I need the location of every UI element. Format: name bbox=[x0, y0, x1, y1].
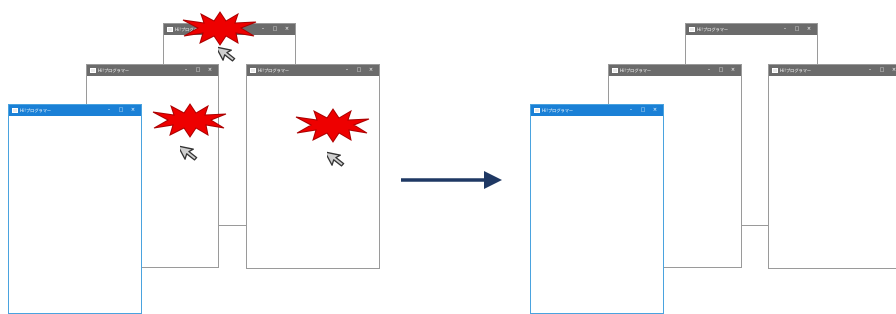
minimize-button[interactable]: – bbox=[180, 65, 192, 76]
window-title: Hi!プログラマー bbox=[697, 27, 729, 32]
window-title: Hi!プログラマー bbox=[258, 68, 290, 73]
mouse-cursor-icon bbox=[180, 145, 198, 161]
maximize-button[interactable]: □ bbox=[269, 24, 281, 35]
diagram-canvas: { "window_title": "Hi!プログラマー", "controls… bbox=[0, 0, 896, 314]
minimize-button[interactable]: – bbox=[703, 65, 715, 76]
window-app-icon bbox=[772, 68, 778, 73]
window-title: Hi!プログラマー bbox=[20, 108, 52, 113]
window-titlebar[interactable]: Hi!プログラマー – □ × bbox=[609, 65, 741, 76]
window-titlebar[interactable]: Hi!プログラマー – □ × bbox=[769, 65, 896, 76]
window-app-icon bbox=[167, 27, 173, 32]
explosion-burst-icon bbox=[152, 103, 227, 138]
window-titlebar[interactable]: Hi!プログラマー – □ × bbox=[531, 105, 663, 116]
window-titlebar[interactable]: Hi!プログラマー – □ × bbox=[247, 65, 379, 76]
maximize-button[interactable]: □ bbox=[115, 105, 127, 116]
minimize-button[interactable]: – bbox=[779, 24, 791, 35]
window-title: Hi!プログラマー bbox=[98, 68, 130, 73]
window-right-right[interactable]: Hi!プログラマー – □ × bbox=[768, 64, 896, 269]
window-title: Hi!プログラマー bbox=[780, 68, 812, 73]
explosion-burst-icon bbox=[295, 108, 370, 143]
minimize-button[interactable]: – bbox=[103, 105, 115, 116]
window-app-icon bbox=[90, 68, 96, 73]
close-button[interactable]: × bbox=[204, 65, 216, 76]
maximize-button[interactable]: □ bbox=[637, 105, 649, 116]
window-app-icon bbox=[612, 68, 618, 73]
minimize-button[interactable]: – bbox=[625, 105, 637, 116]
close-button[interactable]: × bbox=[649, 105, 661, 116]
window-app-icon bbox=[250, 68, 256, 73]
window-titlebar[interactable]: Hi!プログラマー – □ × bbox=[87, 65, 218, 76]
window-app-icon bbox=[12, 108, 18, 113]
minimize-button[interactable]: – bbox=[864, 65, 876, 76]
window-title: Hi!プログラマー bbox=[620, 68, 652, 73]
window-front-right[interactable]: Hi!プログラマー – □ × bbox=[530, 104, 664, 314]
minimize-button[interactable]: – bbox=[341, 65, 353, 76]
maximize-button[interactable]: □ bbox=[876, 65, 888, 76]
close-button[interactable]: × bbox=[281, 24, 293, 35]
window-right-left[interactable]: Hi!プログラマー – □ × bbox=[246, 64, 380, 269]
window-app-icon bbox=[689, 27, 695, 32]
maximize-button[interactable]: □ bbox=[192, 65, 204, 76]
window-titlebar[interactable]: Hi!プログラマー – □ × bbox=[9, 105, 141, 116]
close-button[interactable]: × bbox=[727, 65, 739, 76]
close-button[interactable]: × bbox=[365, 65, 377, 76]
mouse-cursor-icon bbox=[327, 151, 345, 167]
close-button[interactable]: × bbox=[127, 105, 139, 116]
maximize-button[interactable]: □ bbox=[791, 24, 803, 35]
window-titlebar[interactable]: Hi!プログラマー – □ × bbox=[686, 24, 817, 35]
right-arrow-icon bbox=[401, 171, 502, 189]
mouse-cursor-icon bbox=[218, 46, 236, 62]
window-front-left[interactable]: Hi!プログラマー – □ × bbox=[8, 104, 142, 314]
maximize-button[interactable]: □ bbox=[715, 65, 727, 76]
maximize-button[interactable]: □ bbox=[353, 65, 365, 76]
window-app-icon bbox=[534, 108, 540, 113]
window-title: Hi!プログラマー bbox=[542, 108, 574, 113]
close-button[interactable]: × bbox=[803, 24, 815, 35]
close-button[interactable]: × bbox=[888, 65, 896, 76]
